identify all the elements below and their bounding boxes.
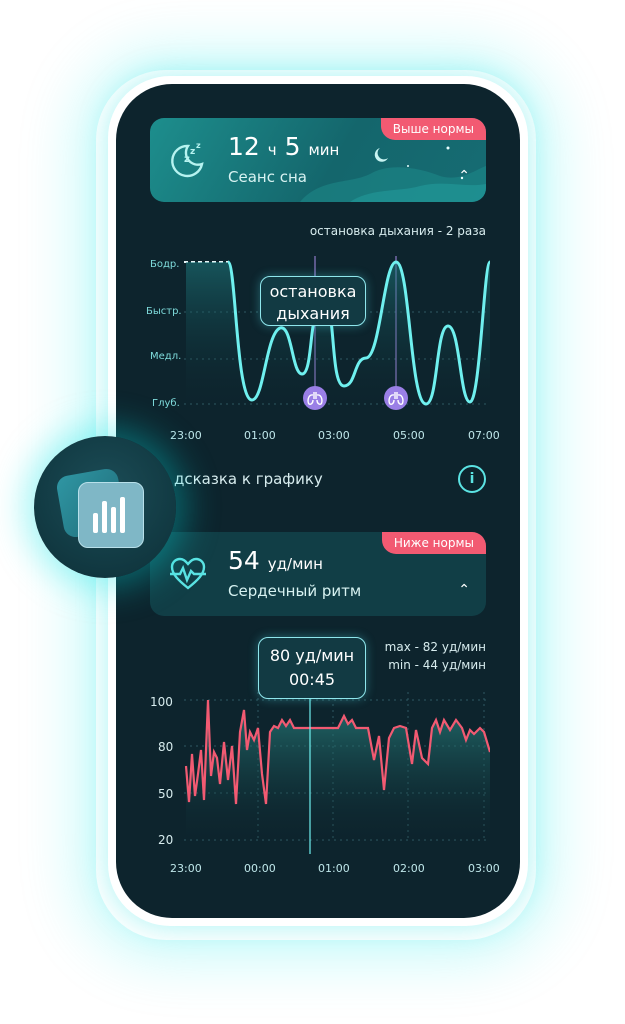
apnea-tooltip: остановка дыхания bbox=[260, 276, 366, 326]
heart-value: 54 bbox=[228, 546, 260, 575]
chart-app-bubble[interactable] bbox=[34, 436, 176, 578]
heart-rate-value: 54 уд/мин bbox=[228, 546, 323, 575]
lungs-icon[interactable] bbox=[384, 386, 408, 410]
y-label-20: 20 bbox=[158, 833, 174, 847]
bar-chart-icon bbox=[78, 482, 144, 548]
x-tick: 01:00 bbox=[318, 862, 350, 875]
heart-tooltip: 80 уд/мин 00:45 bbox=[258, 637, 366, 699]
heart-status-badge: Ниже нормы bbox=[381, 532, 486, 554]
y-label-light: Медл. bbox=[150, 351, 182, 362]
x-tick: 00:00 bbox=[244, 862, 276, 875]
heart-card-title: Сердечный ритм bbox=[228, 582, 362, 600]
x-tick: 23:00 bbox=[170, 429, 202, 442]
x-tick: 23:00 bbox=[170, 862, 202, 875]
x-tick: 07:00 bbox=[468, 429, 500, 442]
sleep-hours: 12 bbox=[228, 132, 260, 161]
x-tick: 03:00 bbox=[468, 862, 500, 875]
apnea-tooltip-line2: дыхания bbox=[276, 304, 350, 323]
y-label-80: 80 bbox=[158, 740, 174, 754]
x-tick: 02:00 bbox=[393, 862, 425, 875]
app-screen: Выше нормы z z z 12 ч 5 мин Сеанс сна ⌃ … bbox=[116, 84, 520, 918]
sleep-minutes-unit: мин bbox=[308, 141, 340, 159]
chevron-up-icon[interactable]: ⌃ bbox=[458, 168, 470, 184]
heart-rate-card[interactable]: Ниже нормы 54 уд/мин Сердечный ритм ⌃ bbox=[150, 532, 486, 616]
chevron-up-icon[interactable]: ⌃ bbox=[458, 582, 470, 598]
y-label-50: 50 bbox=[158, 787, 174, 801]
heart-unit: уд/мин bbox=[267, 555, 323, 573]
x-tick: 01:00 bbox=[244, 429, 276, 442]
info-icon[interactable]: i bbox=[458, 465, 486, 493]
y-label-deep: Глуб. bbox=[152, 398, 180, 409]
sleep-session-card[interactable]: Выше нормы z z z 12 ч 5 мин Сеанс сна ⌃ bbox=[150, 118, 486, 202]
apnea-summary: остановка дыхания - 2 раза bbox=[309, 224, 486, 238]
y-label-100: 100 bbox=[150, 695, 173, 709]
heart-min: min - 44 уд/мин bbox=[388, 658, 486, 672]
heart-max: max - 82 уд/мин bbox=[384, 640, 486, 654]
svg-text:z: z bbox=[196, 141, 201, 150]
sleep-status-badge: Выше нормы bbox=[380, 118, 486, 140]
x-tick: 05:00 bbox=[393, 429, 425, 442]
sleep-minutes: 5 bbox=[284, 132, 301, 161]
moon-icon bbox=[374, 148, 388, 162]
heart-chart bbox=[184, 692, 490, 854]
chart-hint-label[interactable]: дсказка к графику bbox=[174, 470, 323, 488]
heart-tooltip-time: 00:45 bbox=[288, 670, 336, 689]
y-label-rem: Быстр. bbox=[146, 306, 182, 317]
sleep-zzz-icon: z z z bbox=[171, 141, 204, 178]
heart-tooltip-value: 80 уд/мин bbox=[269, 646, 355, 665]
sleep-hours-unit: ч bbox=[267, 141, 277, 159]
x-tick: 03:00 bbox=[318, 429, 350, 442]
y-label-awake: Бодр. bbox=[150, 259, 180, 270]
sleep-card-title: Сеанс сна bbox=[228, 168, 307, 186]
svg-text:z: z bbox=[190, 147, 195, 157]
lungs-icon[interactable] bbox=[303, 386, 327, 410]
apnea-tooltip-line1: остановка bbox=[269, 282, 357, 301]
heart-pulse-icon bbox=[170, 557, 206, 590]
sleep-duration: 12 ч 5 мин bbox=[228, 132, 339, 161]
